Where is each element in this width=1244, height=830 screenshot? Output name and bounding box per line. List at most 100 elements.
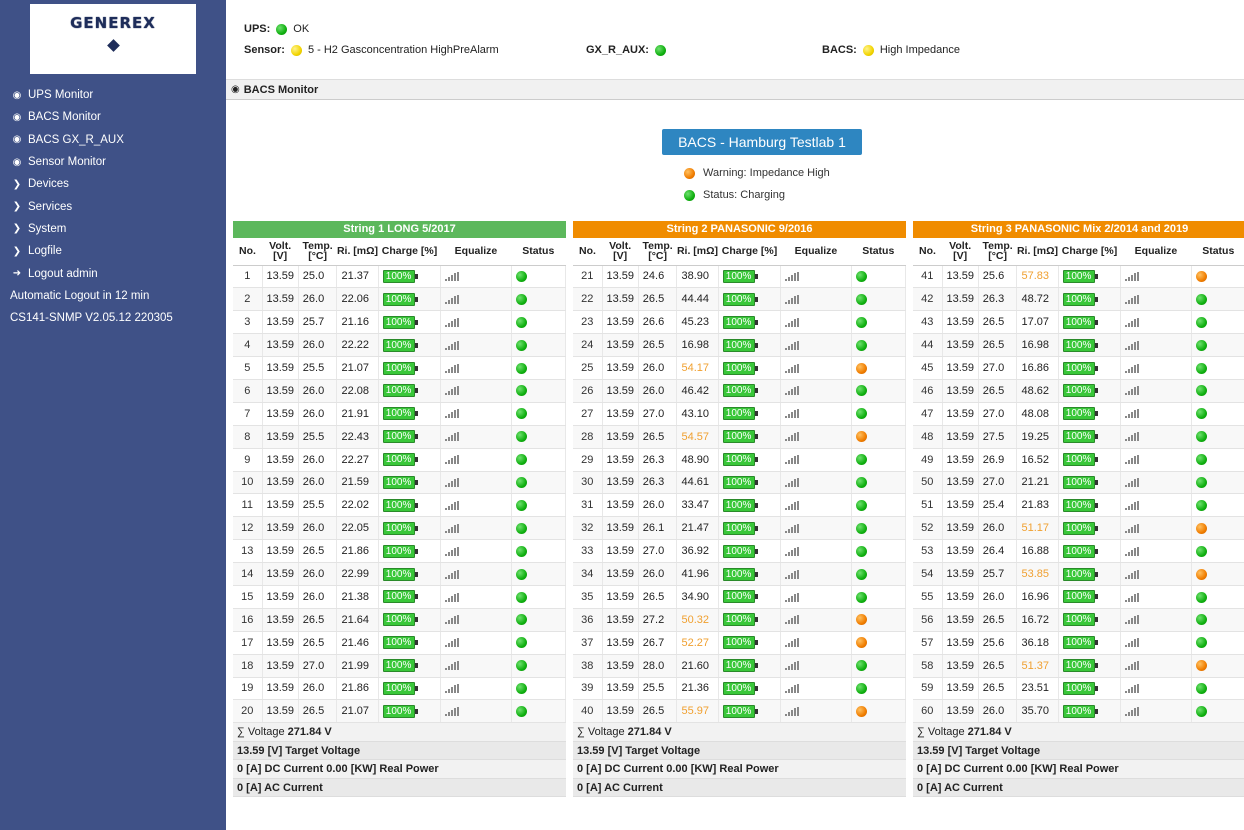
column-header-no[interactable]: No. — [233, 238, 263, 266]
signal-bars-icon — [1125, 363, 1140, 373]
sidebar-item-logfile[interactable]: ❯ Logfile — [0, 240, 226, 262]
cell-no: 20 — [233, 699, 263, 724]
cell-equalize — [1120, 562, 1192, 586]
sidebar-item-label: Services — [28, 200, 73, 213]
sidebar-item-logout[interactable]: ➜ Logout admin — [0, 262, 226, 284]
cell-no: 38 — [573, 654, 603, 678]
cell-status — [1191, 608, 1244, 632]
cell-temp: 26.0 — [298, 379, 338, 403]
cell-charge: 100% — [378, 471, 442, 495]
sidebar-item-ups-monitor[interactable]: ◉ UPS Monitor — [0, 84, 226, 106]
signal-bars-icon — [1125, 661, 1140, 671]
ok-status-icon — [1195, 408, 1207, 420]
sidebar-item-system[interactable]: ❯ System — [0, 218, 226, 240]
cell-no: 16 — [233, 608, 263, 632]
table-row: 38 13.59 28.0 21.60 100% — [573, 654, 907, 678]
table-row: 44 13.59 26.5 16.98 100% — [913, 333, 1244, 358]
column-header-ri[interactable]: Ri. [mΩ] — [336, 238, 379, 266]
cell-charge: 100% — [718, 516, 782, 541]
voltage-label: ∑ Voltage — [577, 726, 625, 739]
cell-no: 39 — [573, 677, 603, 701]
column-header-charge[interactable]: Charge [%] — [1058, 238, 1121, 266]
cell-ri: 48.90 — [676, 448, 719, 472]
battery-charge-icon: 100% — [722, 590, 758, 604]
column-header-equalize[interactable]: Equalize — [440, 238, 512, 266]
sidebar-item-devices[interactable]: ❯ Devices — [0, 173, 226, 195]
table-row: 10 13.59 26.0 21.59 100% — [233, 471, 567, 495]
logo-text: GENEREX — [70, 14, 156, 32]
cell-temp: 24.6 — [638, 265, 678, 289]
cell-temp: 26.0 — [298, 333, 338, 358]
signal-bars-icon — [1125, 317, 1140, 327]
cell-ri: 57.83 — [1016, 265, 1059, 289]
column-header-ri[interactable]: Ri. [mΩ] — [1016, 238, 1059, 266]
table-row: 41 13.59 25.6 57.83 100% — [913, 265, 1244, 289]
cell-ri: 16.52 — [1016, 448, 1059, 472]
string-table: No. Volt. [V] Temp. [°C] Ri. [mΩ] Charge [%]… — [233, 238, 567, 724]
sidebar-item-bacs-gx-r-aux[interactable]: ◉ BACS GX_R_AUX — [0, 129, 226, 151]
column-header-no[interactable]: No. — [573, 238, 603, 266]
signal-bars-icon — [1125, 615, 1140, 625]
cell-temp: 26.0 — [638, 493, 678, 518]
column-header-volt[interactable]: Volt. [V] — [602, 238, 639, 266]
sidebar-item-label: System — [28, 222, 67, 235]
battery-charge-icon: 100% — [722, 636, 758, 650]
cell-volt: 13.59 — [262, 310, 299, 335]
column-header-equalize[interactable]: Equalize — [780, 238, 852, 266]
column-header-charge[interactable]: Charge [%] — [378, 238, 441, 266]
column-header-temp[interactable]: Temp. [°C] — [978, 238, 1017, 266]
column-header-volt[interactable]: Volt. [V] — [262, 238, 299, 266]
cell-status — [511, 562, 567, 586]
legend-warning-text: Warning: Impedance High — [703, 167, 830, 179]
table-row: 29 13.59 26.3 48.90 100% — [573, 448, 907, 472]
sidebar-item-services[interactable]: ❯ Services — [0, 195, 226, 217]
column-header-ri[interactable]: Ri. [mΩ] — [676, 238, 719, 266]
cell-temp: 27.0 — [298, 654, 338, 678]
cell-temp: 25.7 — [298, 310, 338, 335]
cell-temp: 26.5 — [638, 287, 678, 312]
column-header-equalize[interactable]: Equalize — [1120, 238, 1192, 266]
cell-temp: 25.0 — [298, 265, 338, 289]
generex-logo[interactable]: GENEREX — [30, 4, 196, 74]
cell-status — [851, 265, 907, 289]
table-row: 58 13.59 26.5 51.37 100% — [913, 654, 1244, 678]
cell-no: 55 — [913, 585, 943, 609]
column-header-charge[interactable]: Charge [%] — [718, 238, 781, 266]
table-row: 27 13.59 27.0 43.10 100% — [573, 402, 907, 426]
page-title: BACS Monitor — [243, 83, 319, 96]
cell-equalize — [780, 677, 852, 701]
ok-status-icon — [515, 705, 527, 717]
column-header-temp[interactable]: Temp. [°C] — [638, 238, 677, 266]
target-voltage: 13.59 [V] Target Voltage — [913, 741, 1244, 761]
cell-ri: 21.38 — [336, 585, 379, 609]
cell-equalize — [440, 471, 512, 495]
cell-temp: 27.0 — [978, 402, 1018, 426]
sidebar-item-bacs-monitor[interactable]: ◉ BACS Monitor — [0, 106, 226, 128]
battery-charge-icon: 100% — [1062, 498, 1098, 512]
cell-no: 25 — [573, 356, 603, 380]
column-header-status[interactable]: Status — [511, 238, 566, 266]
column-header-temp[interactable]: Temp. [°C] — [298, 238, 337, 266]
cell-status — [511, 333, 567, 358]
cell-temp: 27.0 — [638, 539, 678, 564]
column-header-status[interactable]: Status — [851, 238, 906, 266]
battery-charge-icon: 100% — [382, 292, 418, 306]
cell-ri: 21.47 — [676, 516, 719, 541]
gx-label: GX_R_AUX: — [586, 44, 649, 56]
column-header-status[interactable]: Status — [1191, 238, 1244, 266]
column-header-volt[interactable]: Volt. [V] — [942, 238, 979, 266]
column-header-no[interactable]: No. — [913, 238, 943, 266]
cell-status — [851, 310, 907, 335]
cell-charge: 100% — [378, 493, 442, 518]
signal-bars-icon — [1125, 386, 1140, 396]
cell-charge: 100% — [1058, 562, 1122, 586]
voltage-label: ∑ Voltage — [917, 726, 965, 739]
sidebar-item-sensor-monitor[interactable]: ◉ Sensor Monitor — [0, 151, 226, 173]
cell-no: 9 — [233, 448, 263, 472]
battery-charge-icon: 100% — [1062, 269, 1098, 283]
table-row: 1 13.59 25.0 21.37 100% — [233, 265, 567, 289]
cell-no: 31 — [573, 493, 603, 518]
table-row: 20 13.59 26.5 21.07 100% — [233, 699, 567, 724]
cell-temp: 26.3 — [638, 448, 678, 472]
cell-ri: 41.96 — [676, 562, 719, 586]
